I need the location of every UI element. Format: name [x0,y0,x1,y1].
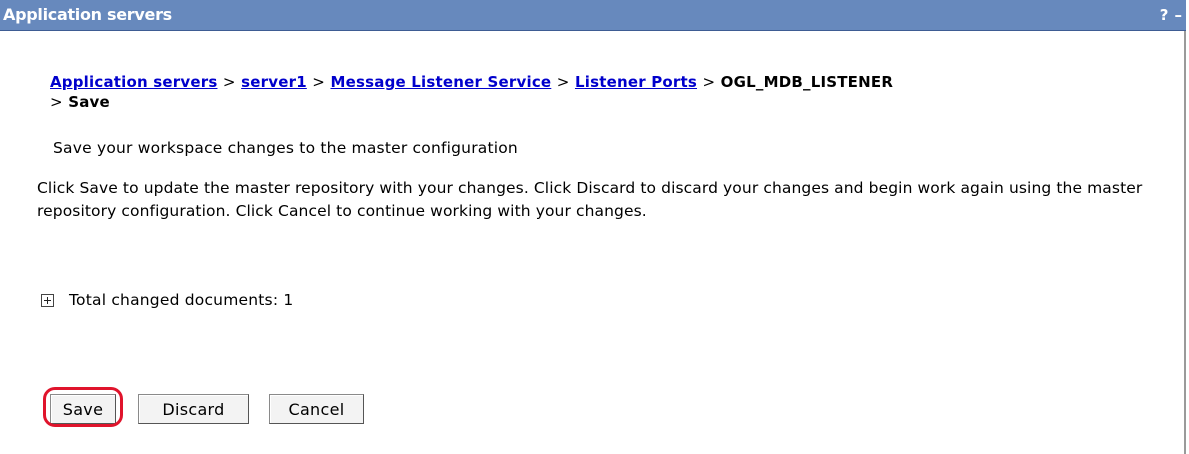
discard-button[interactable]: Discard [138,394,249,424]
help-icon[interactable]: ? [1160,6,1169,24]
breadcrumb-separator: > [312,73,326,91]
application-servers-panel: Application servers ? – Application serv… [0,0,1186,454]
breadcrumb-separator: > [556,73,570,91]
panel-titlebar: Application servers ? – [0,0,1186,31]
breadcrumb-separator: > [222,73,236,91]
breadcrumb-current-listener: OGL_MDB_LISTENER [720,73,894,91]
breadcrumb-separator: > [50,93,63,111]
titlebar-controls: ? – [1160,3,1182,27]
changed-documents-label: Total changed documents: 1 [69,291,294,309]
breadcrumb-link-server1[interactable]: server1 [241,73,307,91]
action-buttons: Save Discard Cancel [0,384,600,444]
panel-title: Application servers [3,5,172,24]
page-description: Click Save to update the master reposito… [37,179,1143,220]
cancel-button[interactable]: Cancel [269,394,364,424]
breadcrumb-current-save: Save [68,93,110,111]
changed-documents-row: Total changed documents: 1 [41,289,293,311]
expand-plus-icon[interactable] [41,293,54,307]
breadcrumb-separator: > [702,73,716,91]
breadcrumb-link-message-listener-service[interactable]: Message Listener Service [330,73,551,91]
breadcrumb-link-application-servers[interactable]: Application servers [50,73,217,91]
breadcrumb: Application servers > server1 > Message … [50,72,1160,112]
minimize-icon[interactable]: – [1175,6,1183,24]
breadcrumb-link-listener-ports[interactable]: Listener Ports [575,73,697,91]
save-button[interactable]: Save [50,394,116,424]
page-subtitle: Save your workspace changes to the maste… [53,139,518,157]
